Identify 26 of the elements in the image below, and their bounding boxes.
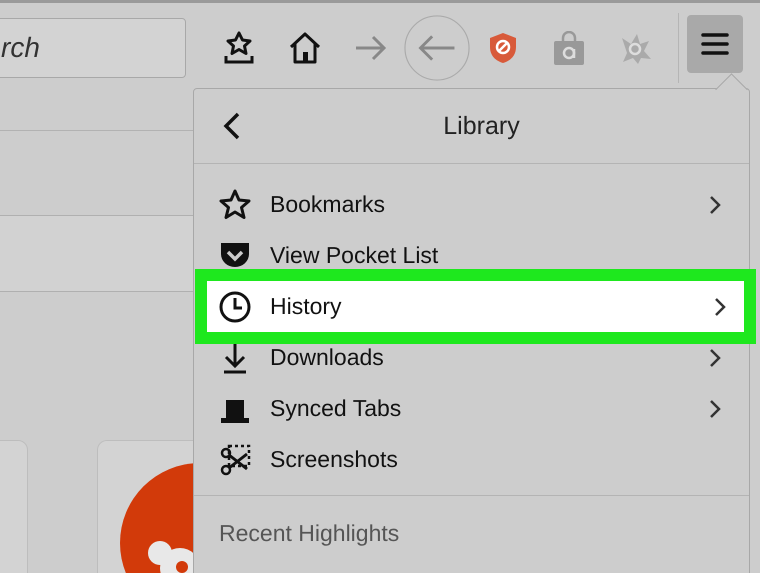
shopping-bag-icon[interactable] <box>553 30 585 64</box>
menu-item-label: Synced Tabs <box>270 395 402 422</box>
menu-button[interactable] <box>687 14 743 72</box>
site-tile[interactable] <box>97 440 194 573</box>
section-heading: Recent Highlights <box>219 520 400 546</box>
forward-arrow-icon[interactable] <box>354 34 388 62</box>
search-field[interactable]: rch <box>0 18 186 78</box>
menu-icon <box>701 32 729 56</box>
star-tray-icon[interactable] <box>222 30 256 64</box>
menu-item[interactable]: Screenshots <box>194 434 749 485</box>
menu-item[interactable]: History <box>207 281 744 332</box>
menu-item[interactable]: Downloads <box>194 332 749 383</box>
menu-item-label: History <box>270 293 343 320</box>
menu-item-label: Screenshots <box>270 446 399 473</box>
menu-item-label: Bookmarks <box>270 191 386 218</box>
menu-item[interactable]: View Pocket List <box>194 230 749 281</box>
home-icon[interactable] <box>288 30 322 64</box>
panel-title: Library <box>442 112 521 140</box>
scissors-icon <box>218 442 252 476</box>
menu-item-label: View Pocket List <box>270 242 440 269</box>
menu-item[interactable]: Synced Tabs <box>194 383 749 434</box>
shield-icon[interactable] <box>488 32 518 64</box>
clock-icon <box>218 290 252 324</box>
star-icon <box>218 188 252 222</box>
menu-item-label: Downloads <box>270 344 385 371</box>
menu-item[interactable]: Bookmarks <box>194 179 749 230</box>
